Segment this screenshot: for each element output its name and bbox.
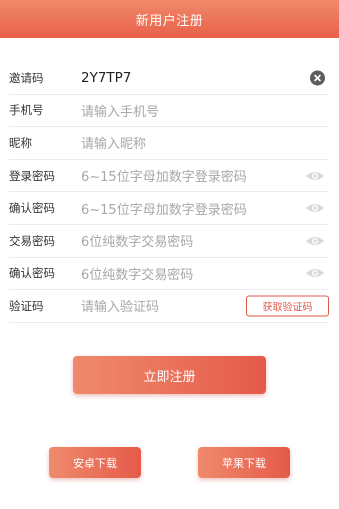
phone-input[interactable]: 请输入手机号 [81,101,159,120]
confirm-login-password-input[interactable]: 6~15位字母加数字登录密码 [81,199,247,218]
confirm-trade-password-input[interactable]: 6位纯数字交易密码 [81,264,193,283]
login-password-label: 登录密码 [9,168,55,183]
captcha-label: 验证码 [9,298,44,313]
captcha-input[interactable]: 请输入验证码 [81,296,159,315]
nickname-row: 昵称 请输入昵称 [9,127,329,160]
trade-password-label: 交易密码 [9,233,55,248]
invite-code-label: 邀请码 [9,70,44,85]
captcha-row: 验证码 请输入验证码 获取验证码 [9,290,329,323]
confirm-trade-password-label: 确认密码 [9,266,55,281]
register-button[interactable]: 立即注册 [73,356,266,394]
registration-form: 邀请码 2Y7TP7 手机号 请输入手机号 昵称 请输入昵称 登录密码 6~15… [0,62,339,323]
nickname-input[interactable]: 请输入昵称 [81,133,146,152]
confirm-trade-password-row: 确认密码 6位纯数字交易密码 [9,258,329,291]
close-circle-icon[interactable] [310,70,325,86]
phone-row: 手机号 请输入手机号 [9,95,329,128]
invite-code-row: 邀请码 2Y7TP7 [9,62,329,95]
eye-icon[interactable] [305,235,325,247]
trade-password-row: 交易密码 6位纯数字交易密码 [9,225,329,258]
eye-icon[interactable] [305,267,325,279]
confirm-login-password-label: 确认密码 [9,201,55,216]
eye-icon[interactable] [305,170,325,182]
confirm-login-password-row: 确认密码 6~15位字母加数字登录密码 [9,192,329,225]
eye-icon[interactable] [305,202,325,214]
page-header: 新用户注册 [0,0,339,38]
invite-code-input[interactable]: 2Y7TP7 [81,70,131,86]
ios-download-button[interactable]: 苹果下载 [198,447,290,478]
login-password-input[interactable]: 6~15位字母加数字登录密码 [81,166,247,185]
login-password-row: 登录密码 6~15位字母加数字登录密码 [9,160,329,193]
phone-label: 手机号 [9,103,44,118]
android-download-button[interactable]: 安卓下载 [49,447,141,478]
nickname-label: 昵称 [9,135,32,150]
trade-password-input[interactable]: 6位纯数字交易密码 [81,231,193,250]
page-title: 新用户注册 [135,13,204,29]
get-captcha-button[interactable]: 获取验证码 [246,295,329,317]
